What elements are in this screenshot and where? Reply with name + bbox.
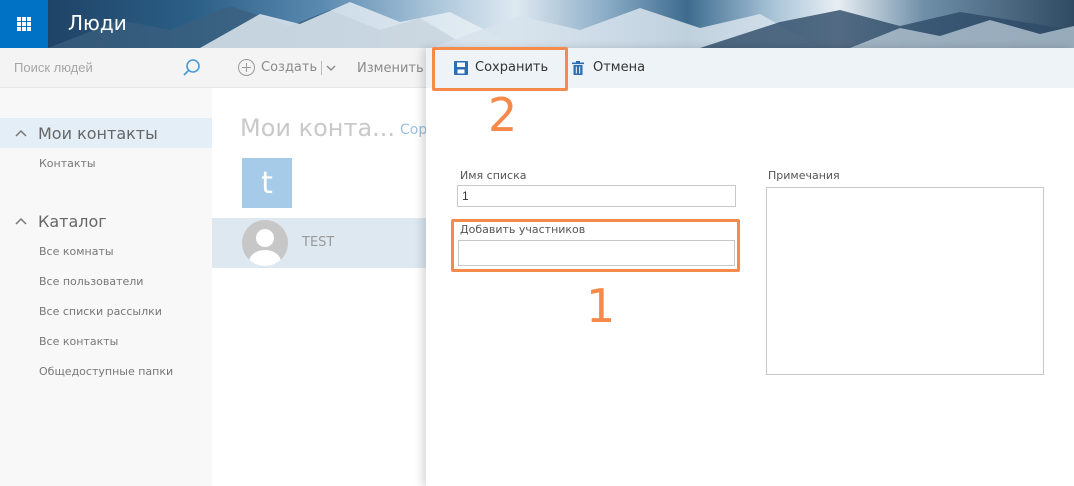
contact-list: Мои конта... Сорт t TEST [212,88,435,486]
list-title: Мои конта... [240,114,396,142]
plus-circle-icon [238,59,255,76]
list-name-label: Имя списка [460,169,527,182]
notes-field[interactable] [766,187,1044,375]
sidebar-item-all-contacts[interactable]: Все контакты [39,335,118,348]
sidebar-item-all-distribution-lists[interactable]: Все списки рассылки [39,305,162,318]
sidebar-item-all-rooms[interactable]: Все комнаты [39,245,114,258]
sidebar-section-label: Каталог [38,211,107,231]
sidebar-item-contacts[interactable]: Контакты [39,157,96,170]
chevron-up-icon [15,217,27,225]
sidebar-item-all-users[interactable]: Все пользователи [39,275,143,288]
create-button[interactable]: Создать [238,59,336,76]
header-landscape-image [48,2,1074,48]
avatar [242,220,288,266]
waffle-icon [17,17,31,31]
trash-icon [572,60,584,75]
edit-button[interactable]: Изменить [357,61,424,76]
sidebar-item-public-folders[interactable]: Общедоступные папки [39,365,173,378]
chevron-down-icon[interactable] [326,64,336,72]
contact-name: TEST [302,235,335,250]
annotation-box-add-members [451,219,740,272]
annotation-number-2: 2 [488,88,518,142]
divider [321,60,323,75]
app-launcher-button[interactable] [0,0,48,48]
list-item[interactable]: TEST [212,218,426,268]
annotation-number-1: 1 [586,279,616,333]
search-input[interactable] [14,60,174,75]
list-name-field[interactable] [457,185,736,207]
search-bar [0,48,212,88]
sidebar-section-my-contacts[interactable]: Мои контакты [0,118,212,148]
app-header: Люди [0,0,1074,48]
search-icon[interactable] [182,58,202,78]
cancel-button[interactable]: Отмена [572,60,645,75]
app-title: Люди [68,11,127,35]
list-toolbar: Создать Изменить [212,48,426,88]
person-icon [249,229,281,266]
notes-label: Примечания [768,169,840,182]
sidebar: Мои контакты Контакты Каталог Все комнат… [0,88,212,486]
cancel-label: Отмена [593,60,646,75]
sidebar-section-directory[interactable]: Каталог [0,206,212,236]
letter-tile[interactable]: t [242,158,292,208]
sidebar-section-label: Мои контакты [38,123,158,143]
annotation-box-save [432,47,568,91]
chevron-up-icon [15,129,27,137]
create-label: Создать [261,60,318,75]
